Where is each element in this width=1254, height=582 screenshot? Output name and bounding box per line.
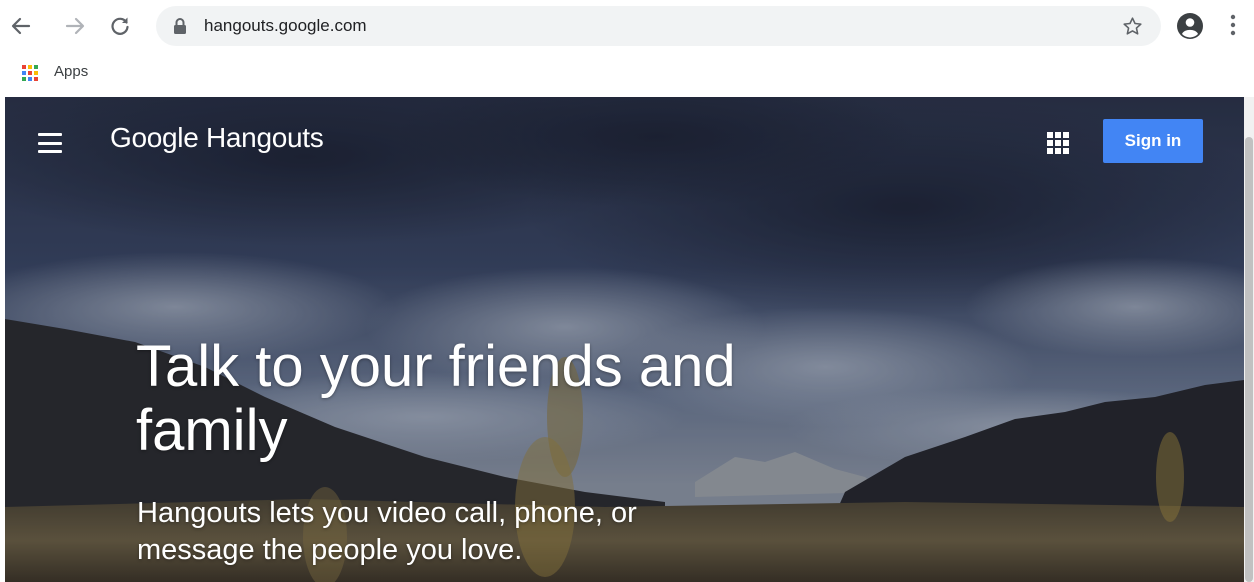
scrollbar-thumb[interactable] [1245,137,1253,582]
reload-button[interactable] [106,12,134,40]
bookmark-label: Apps [54,63,89,80]
apps-grid-dot [34,71,38,75]
back-button[interactable] [7,12,35,40]
apps-grid-dot [22,77,26,81]
apps-grid-dot [22,65,26,69]
apps-grid-dot [28,65,32,69]
hero-subheadline: Hangouts lets you video call, phone, or … [137,497,637,566]
menu-bar [38,150,62,153]
apps-grid-dot [28,77,32,81]
profile-icon[interactable] [1176,12,1204,40]
bookmarks-bar: Apps [0,52,1254,96]
menu-bar [38,133,62,136]
apps-grid-dot [34,65,38,69]
hero-headline: Talk to your friends and family [136,334,736,463]
page-viewport: Google Hangouts Sign in Talk to your fri… [5,97,1244,582]
reload-icon [111,17,129,35]
star-icon[interactable] [1122,16,1143,37]
apps-grid-icon [22,65,38,81]
page-scrollbar[interactable] [1244,97,1254,582]
forward-button[interactable] [61,12,89,40]
apps-grid-dot [28,71,32,75]
menu-button[interactable] [38,133,62,153]
browser-toolbar: hangouts.google.com [0,0,1254,52]
lock-icon [174,18,186,34]
apps-grid-dot [22,71,26,75]
address-bar[interactable]: hangouts.google.com [156,6,1161,46]
brand-logo[interactable]: Google Hangouts [110,122,324,154]
back-arrow-icon [11,17,31,35]
forward-arrow-icon [65,17,85,35]
brand-product: Hangouts [205,122,324,153]
sign-in-button[interactable]: Sign in [1103,119,1203,163]
brand-google: Google [110,122,199,153]
apps-grid-dot [34,77,38,81]
google-apps-icon[interactable] [1047,132,1069,154]
menu-bar [38,141,62,145]
kebab-menu-icon[interactable] [1230,14,1236,36]
url-text[interactable]: hangouts.google.com [204,6,367,46]
